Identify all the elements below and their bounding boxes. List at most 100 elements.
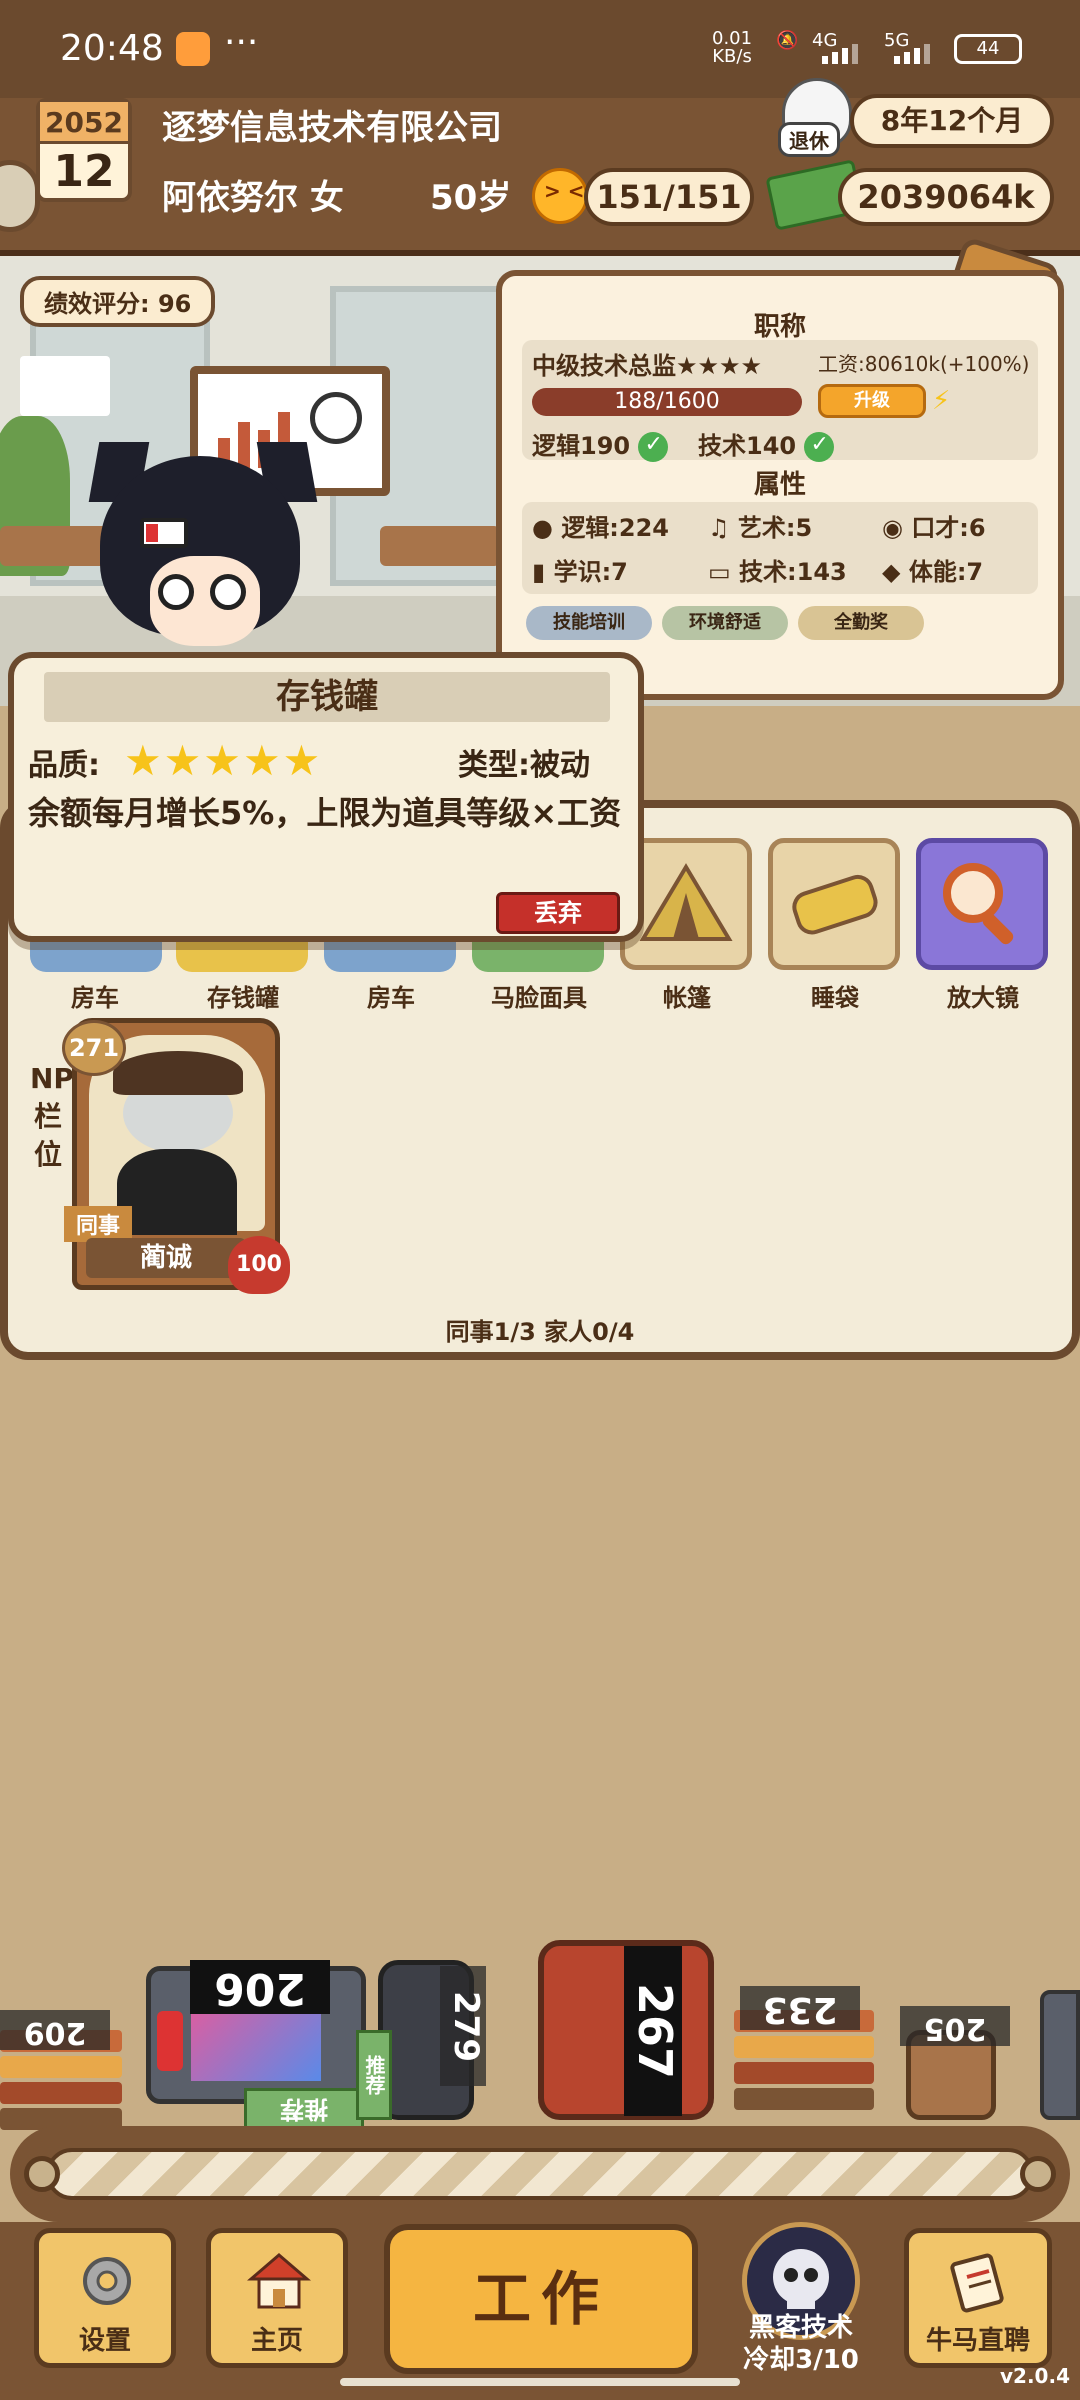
check-icon [638, 432, 669, 462]
job-card: 职称 中级技术总监★★★★ 工资:80610k(+100%) 188/1600 … [496, 270, 1064, 700]
low-battery-icon [140, 518, 188, 548]
signal-bars-2-icon [894, 40, 942, 64]
conveyor-value-4: 267 [624, 1946, 682, 2116]
item-description: 余额每月增长5%，上限为道具等级×工资 [28, 794, 622, 832]
npc-role-tag: 同事 [64, 1206, 133, 1242]
attr-art: ♫ 艺术:5 [708, 508, 812, 543]
item-label-piggy-bank: 存钱罐 [207, 984, 279, 1012]
relation-counts: 同事1/3 家人0/4 [445, 1318, 635, 1346]
conveyor-value-1: 209 [0, 2010, 110, 2050]
gear-icon [83, 2257, 131, 2305]
req-tech-label: 技术140 [698, 432, 797, 460]
attr-stamina-value: 体能:7 [908, 558, 984, 586]
attr-art-value: 艺术:5 [737, 514, 813, 542]
version-label: v2.0.4 [1000, 2364, 1070, 2388]
req-logic: 逻辑190 [532, 426, 669, 462]
npc-hat [113, 1051, 243, 1095]
current-year: 2052 [40, 102, 128, 144]
company-name: 逐梦信息技术有限公司 [162, 108, 502, 148]
tag-comfortable-env[interactable]: 环境舒适 [662, 606, 788, 640]
npc-level-badge: 271 [62, 1020, 126, 1076]
music-icon: ♫ [708, 514, 730, 542]
settings-button[interactable]: 设置 [34, 2228, 176, 2368]
conveyor-value-5: 233 [740, 1986, 860, 2030]
home-icon [247, 2253, 311, 2309]
battery-icon: 44 [954, 34, 1022, 64]
book-icon: ▮ [532, 558, 546, 586]
player-header: 2052 12 逐梦信息技术有限公司 阿依努尔 女 50岁 151/151 退休… [0, 78, 1080, 256]
sleeping-bag-icon [792, 874, 878, 935]
item-label-rv-2: 房车 [367, 984, 415, 1012]
item-slot-magnifier[interactable] [916, 838, 1048, 970]
job-salary: 工资:80610k(+100%) [818, 352, 1030, 376]
conveyor-item-partial[interactable] [1040, 1990, 1080, 2120]
npc-name: 蔺诚 [86, 1238, 246, 1278]
attr-technique: ▭ 技术:143 [708, 552, 847, 587]
item-slot-sleeping-bag[interactable] [768, 838, 900, 970]
job-title-header: 职称 [753, 312, 806, 342]
item-label-horse-mask: 马脸面具 [491, 984, 587, 1012]
item-label-rv-1: 房车 [71, 984, 119, 1012]
player-name: 阿依努尔 女 [162, 178, 344, 218]
clipboard-icon [950, 2253, 1004, 2313]
item-label-magnifier: 放大镜 [947, 984, 1019, 1012]
settings-label: 设置 [78, 2326, 131, 2356]
req-logic-label: 逻辑190 [532, 432, 631, 460]
current-month: 12 [53, 146, 115, 197]
attr-logic: ● 逻辑:224 [532, 508, 669, 543]
shield-icon: ◆ [882, 558, 901, 586]
req-tech: 技术140 [698, 426, 835, 462]
npc-slot-label: NPC栏位 [30, 1062, 95, 1171]
computer-icon: ▭ [708, 558, 731, 586]
discard-button[interactable]: 丢弃 [496, 892, 620, 934]
tag-skill-training[interactable]: 技能培训 [526, 606, 652, 640]
work-button[interactable]: 工作 [384, 2224, 698, 2374]
signal-bars-1-icon [822, 40, 870, 64]
money-value: 2039064k [838, 168, 1054, 226]
npc-body [117, 1149, 237, 1235]
attr-knowledge: ▮ 学识:7 [532, 552, 628, 587]
attr-technique-value: 技术:143 [739, 558, 847, 586]
popup-title: 存钱罐 [44, 672, 610, 722]
hacker-skill-title: 黑客技术 [748, 2313, 853, 2343]
mood-value: 151/151 [584, 168, 754, 226]
tag-attendance-bonus[interactable]: 全勤奖 [798, 606, 924, 640]
item-label-tent: 帐篷 [663, 984, 711, 1012]
conveyor-value-3: 279 [440, 1966, 486, 2086]
net-speed: 0.01 KB/s [712, 30, 752, 66]
recruit-button[interactable]: 牛马直聘 [904, 2228, 1052, 2368]
notification-app-icon [176, 32, 210, 66]
status-more: ··· [224, 22, 259, 63]
console-joycon [157, 2011, 183, 2071]
home-indicator[interactable] [340, 2378, 740, 2386]
status-bar: 20:48 ··· 0.01 KB/s 🔕 4G 5G 44 [0, 0, 1080, 98]
wall-note [20, 356, 110, 416]
brain-icon: ● [532, 514, 553, 542]
desk-right [380, 526, 500, 566]
job-title: 中级技术总监★★★★ [532, 352, 763, 380]
quality-label: 品质: [28, 748, 100, 783]
mood-face-icon [532, 168, 588, 224]
belt-wheel-left [24, 2156, 60, 2192]
home-button[interactable]: 主页 [206, 2228, 348, 2368]
upgrade-button[interactable]: 升级 [818, 384, 926, 418]
belt-wheel-right [1020, 2156, 1056, 2192]
home-label: 主页 [250, 2326, 303, 2356]
conveyor-belt [10, 2126, 1070, 2222]
net-speed-unit: KB/s [712, 46, 752, 67]
glasses-left [158, 574, 194, 610]
hacker-skill-cooldown: 冷却3/10 [743, 2345, 859, 2375]
attr-knowledge-value: 学识:7 [553, 558, 628, 586]
mute-icon: 🔕 [776, 30, 799, 51]
recruit-label: 牛马直聘 [925, 2326, 1030, 2356]
conveyor-value-6: 205 [900, 2006, 1010, 2046]
status-time: 20:48 [60, 28, 164, 69]
item-detail-popup: 存钱罐 品质: ★★★★★ 类型:被动 余额每月增长5%，上限为道具等级×工资 … [8, 652, 644, 942]
hacker-skill-label: 黑客技术 冷却3/10 [726, 2312, 876, 2376]
performance-score: 绩效评分: 96 [20, 276, 216, 327]
retire-countdown: 8年12个月 [850, 94, 1054, 148]
heart-icon: 100 [228, 1236, 290, 1294]
attr-eloquence: ◉ 口才:6 [882, 508, 986, 543]
item-type: 类型:被动 [458, 748, 590, 783]
attr-logic-value: 逻辑:224 [561, 514, 670, 542]
